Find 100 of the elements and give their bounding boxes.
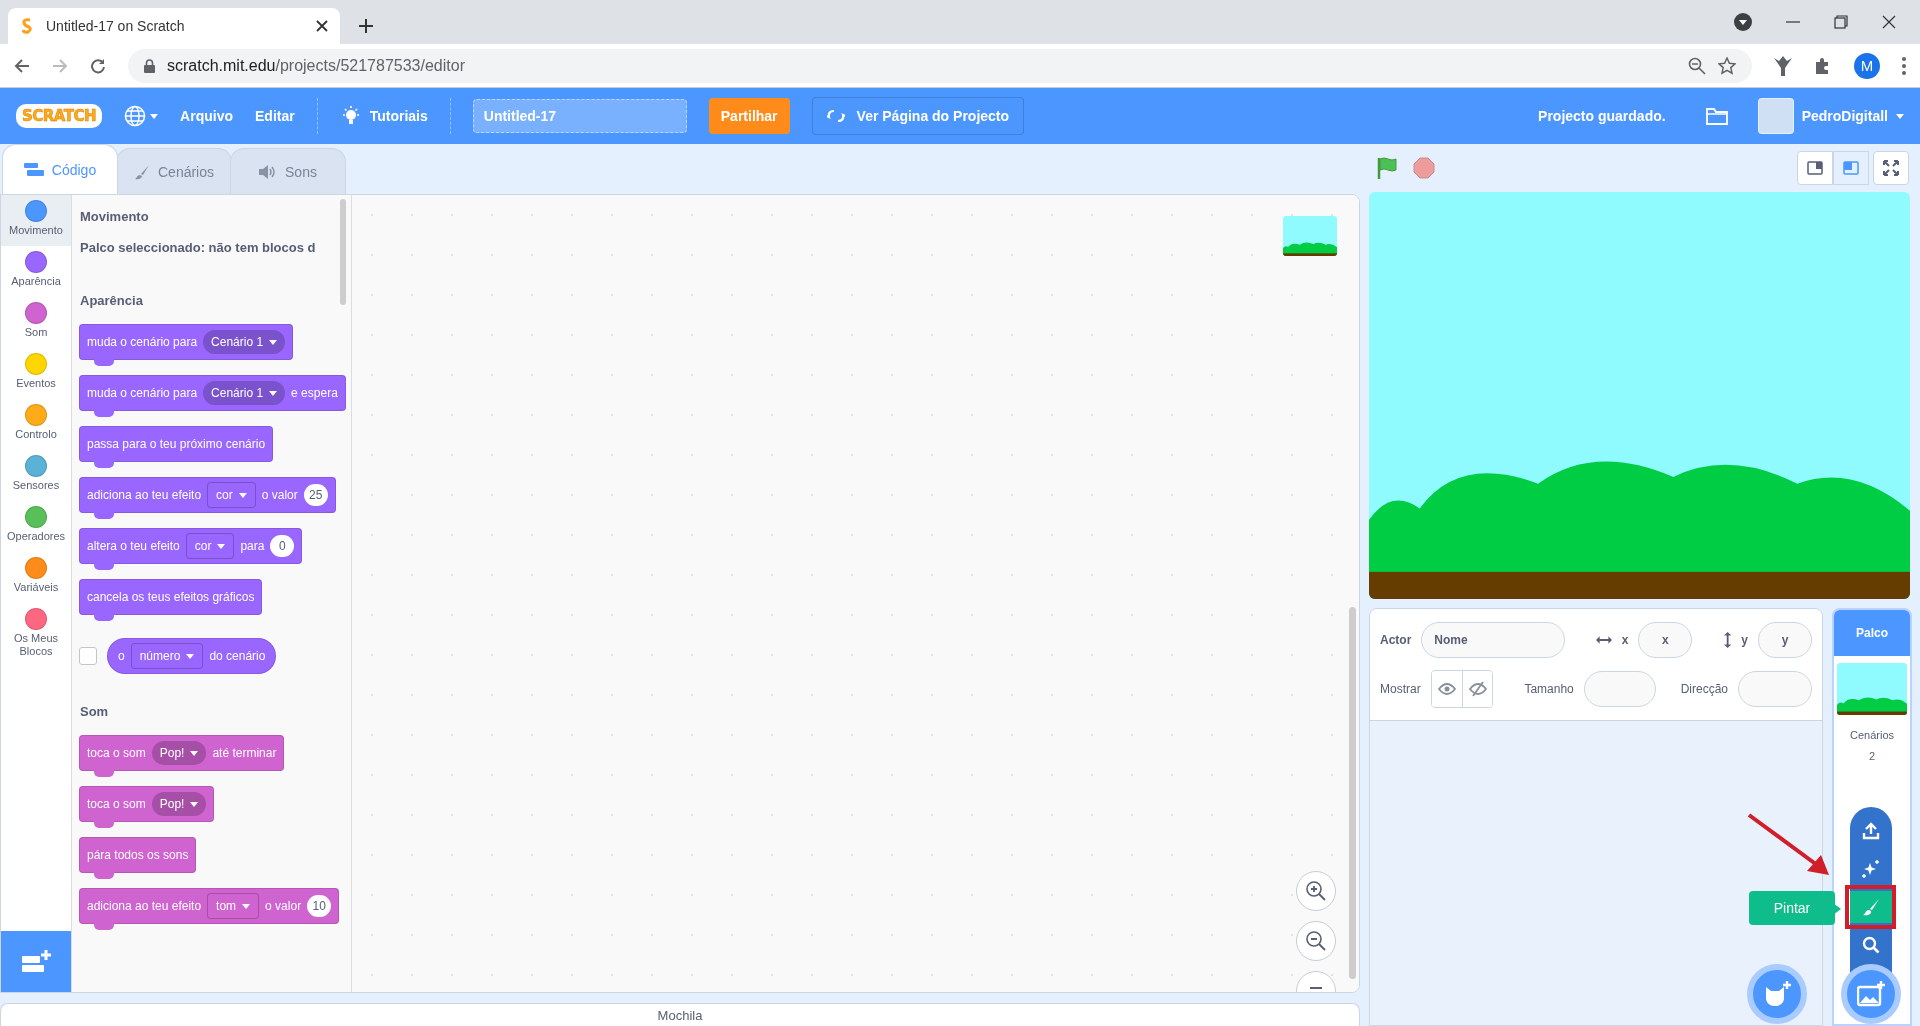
new-tab-icon[interactable] [358, 18, 374, 34]
number-input[interactable]: 0 [270, 535, 295, 557]
block-text: e espera [291, 386, 338, 400]
back-icon[interactable] [14, 57, 30, 74]
language-menu[interactable] [124, 105, 159, 127]
editor-tab[interactable]: Sons [230, 148, 346, 194]
tab-search-icon[interactable] [1734, 13, 1752, 31]
folder-icon[interactable] [1705, 107, 1728, 125]
category-item[interactable]: Controlo [1, 399, 71, 450]
search-icon [1862, 936, 1880, 954]
caret-icon [238, 492, 247, 498]
fullscreen-button[interactable] [1873, 151, 1909, 185]
caret-icon [150, 113, 159, 119]
tutorials-button[interactable]: Tutoriais [339, 105, 428, 127]
speaker-icon [259, 164, 278, 179]
field-label: x [1621, 632, 1629, 647]
dropdown[interactable]: Cenário 1 [203, 381, 286, 405]
editor-tab[interactable]: Código [2, 144, 118, 194]
category-heading: Movimento [80, 209, 150, 224]
browser-tab[interactable]: Untitled-17 on Scratch [8, 8, 340, 44]
close-icon[interactable] [1882, 15, 1896, 29]
checkbox[interactable] [79, 647, 97, 665]
sprite-name-field[interactable]: Nome [1421, 621, 1566, 658]
stage-selector-header: Palco [1834, 610, 1910, 656]
category-item[interactable]: Sensores [1, 450, 71, 501]
block-text: pára todos os sons [87, 848, 189, 862]
tooltip: Pintar [1749, 891, 1835, 925]
x-field[interactable]: x [1638, 621, 1693, 658]
category-item[interactable]: Eventos [1, 348, 71, 399]
sparkles-icon [1862, 860, 1880, 878]
backdrops-count: 2 [1868, 750, 1876, 762]
arrows-icon [826, 109, 845, 123]
category-item[interactable]: Som [1, 297, 71, 348]
tooltip-pointer [1833, 903, 1841, 915]
normal-stage-icon [1843, 161, 1859, 175]
star-icon[interactable] [1718, 56, 1736, 75]
zoom-in-button[interactable] [1296, 871, 1336, 911]
direction-field[interactable] [1738, 670, 1812, 707]
dropdown[interactable]: cor [207, 482, 256, 508]
category-heading: Aparência [80, 293, 144, 308]
caret-icon [190, 750, 199, 756]
close-icon[interactable] [316, 20, 328, 32]
address-bar[interactable]: scratch.mit.edu/projects/521787533/editor [128, 48, 1752, 83]
category-item[interactable]: Os Meus Blocos [1, 603, 71, 662]
dropdown[interactable]: número [130, 643, 204, 669]
dropdown[interactable]: cor [185, 533, 235, 559]
y-field[interactable]: y [1758, 621, 1812, 658]
scrollbar[interactable] [340, 199, 346, 305]
field-label: Direcção [1680, 681, 1728, 696]
backpack-bar[interactable]: Mochila [0, 1003, 1360, 1026]
caret-icon [1896, 113, 1904, 119]
menu-item[interactable]: Editar [255, 102, 295, 130]
block-text: do cenário [209, 649, 266, 663]
tab-title: Untitled-17 on Scratch [46, 18, 186, 34]
size-field[interactable] [1583, 670, 1656, 707]
menu-item[interactable]: Arquivo [180, 102, 233, 130]
dropdown[interactable]: tom [207, 893, 260, 919]
number-input[interactable]: 25 [303, 484, 328, 506]
dropdown[interactable]: Pop! [151, 792, 207, 816]
block-text: muda o cenário para [87, 386, 198, 400]
zoom-out-button[interactable] [1296, 921, 1336, 961]
editor-tab[interactable]: Cenários [116, 148, 232, 194]
block-text: muda o cenário para [87, 335, 198, 349]
block-text: toca o som [87, 746, 146, 760]
upload-icon [1862, 822, 1880, 840]
caret-icon [217, 543, 226, 549]
extension-icon[interactable] [1774, 55, 1792, 76]
category-item[interactable]: Movimento [1, 195, 71, 246]
site-icon [20, 18, 34, 34]
add-extension-button[interactable] [1, 931, 71, 992]
project-page-button[interactable]: Ver Página do Projecto [811, 97, 1025, 135]
hide-button[interactable] [1461, 670, 1492, 707]
field-label: Mostrar [1380, 681, 1421, 696]
dropdown[interactable]: Pop! [151, 741, 207, 765]
category-item[interactable]: Operadores [1, 501, 71, 552]
small-stage-button[interactable] [1797, 151, 1833, 185]
category-item[interactable]: Aparência [1, 246, 71, 297]
restore-icon[interactable] [1834, 15, 1848, 29]
small-stage-icon [1807, 161, 1823, 175]
eye-slash-icon [1468, 680, 1487, 697]
caret-icon [269, 390, 278, 396]
dropdown[interactable]: Cenário 1 [203, 330, 286, 354]
caret-icon [269, 339, 278, 345]
more-icon[interactable] [1902, 56, 1906, 75]
category-item[interactable]: Variáveis [1, 552, 71, 603]
caret-icon [186, 653, 195, 659]
number-input[interactable]: 10 [307, 895, 332, 917]
horizontal-arrows-icon [1595, 634, 1612, 645]
zoom-out-icon[interactable] [1688, 56, 1706, 75]
block-text: cancela os teus efeitos gráficos [87, 590, 255, 604]
caret-icon [190, 801, 199, 807]
save-status: Projecto guardado. [1538, 108, 1666, 124]
account-menu[interactable]: PedroDigitall [1757, 98, 1904, 134]
reload-icon[interactable] [90, 57, 106, 74]
reporter-block[interactable]: o número do cenário [107, 638, 277, 674]
profile-avatar[interactable]: M [1854, 52, 1880, 79]
image-icon [1857, 981, 1885, 1007]
scrollbar[interactable] [1349, 607, 1356, 979]
highlight-box [1845, 885, 1896, 929]
flag-icon[interactable] [1375, 156, 1399, 180]
